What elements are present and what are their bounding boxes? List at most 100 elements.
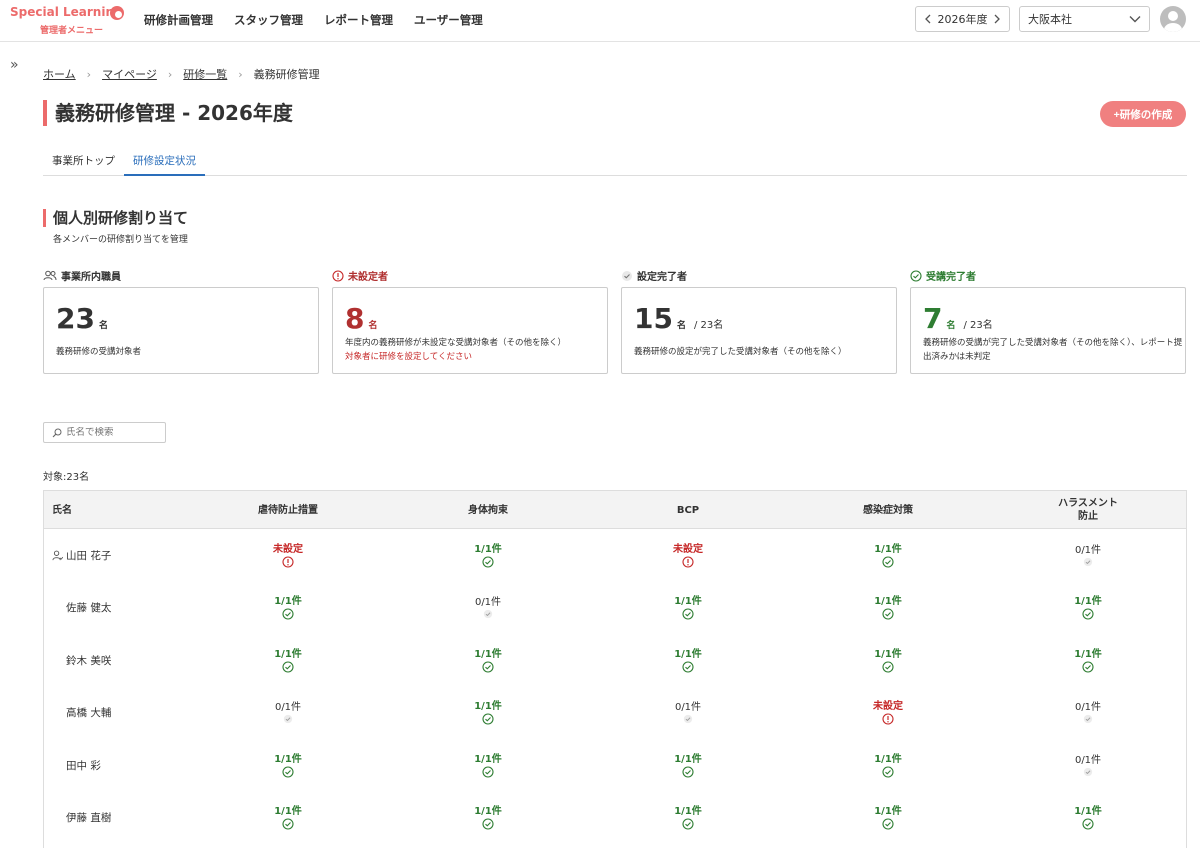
training-status-cell[interactable]: 1/1件 <box>588 582 788 635</box>
chevron-left-icon[interactable] <box>924 14 932 24</box>
status-text: 1/1件 <box>874 753 902 765</box>
stat-warning: 対象者に研修を設定してください <box>345 352 472 362</box>
brand-logo[interactable]: Special Learning 管理者メニュー <box>10 5 135 37</box>
breadcrumb-mypage[interactable]: マイページ <box>102 66 157 82</box>
staff-name[interactable]: 田中 彩 <box>52 739 101 792</box>
staff-name[interactable]: 伊藤 直樹 <box>52 792 111 845</box>
training-status-cell[interactable]: 1/1件 <box>388 529 588 582</box>
year-value: 2026年度 <box>937 13 988 26</box>
training-status-cell[interactable]: 1/1件 <box>188 634 388 687</box>
staff-name-text: 田中 彩 <box>66 759 101 772</box>
training-status-cell[interactable]: 0/1件 <box>988 529 1186 582</box>
table-row[interactable]: 佐藤 健太 1/1件 0/1件 1/1件 1/1件 1/1件 <box>44 582 1186 635</box>
brand-name: Special Learning <box>10 5 123 19</box>
stat-value: 7 名 / 23名 <box>923 302 993 335</box>
stat-description: 年度内の義務研修が未設定な受講対象者（その他を除く） <box>345 338 567 348</box>
expand-sidebar-icon[interactable]: » <box>10 57 19 73</box>
training-status-cell[interactable]: 0/1件 <box>188 687 388 740</box>
chevron-right-icon[interactable] <box>993 14 1001 24</box>
check-icon <box>1083 767 1093 776</box>
check-circle-icon <box>882 766 894 778</box>
breadcrumb-current: 義務研修管理 <box>253 68 320 81</box>
staff-name[interactable]: 高橋 大輔 <box>52 687 111 740</box>
training-status-cell[interactable]: 1/1件 <box>588 739 788 792</box>
status-text: 1/1件 <box>674 753 702 765</box>
stat-label-attend-complete: 受講完了者 <box>910 268 976 283</box>
stat-unit: 名 <box>676 321 686 331</box>
stat-description: 義務研修の受講対象者 <box>56 347 142 357</box>
status-text: 0/1件 <box>1074 544 1102 556</box>
training-status-cell[interactable]: 1/1件 <box>788 582 988 635</box>
check-circle-icon <box>682 766 694 778</box>
status-text: 1/1件 <box>474 806 502 818</box>
check-circle-icon <box>682 608 694 620</box>
training-status-cell[interactable]: 1/1件 <box>588 634 788 687</box>
table-row[interactable]: 伊藤 直樹 1/1件 1/1件 1/1件 1/1件 1/1件 <box>44 792 1186 845</box>
training-status-cell[interactable]: 1/1件 <box>788 792 988 845</box>
stat-description: 義務研修の設定が完了した受講対象者（その他を除く） <box>634 347 847 357</box>
training-status-cell[interactable]: 1/1件 <box>588 792 788 845</box>
nav-staff[interactable]: スタッフ管理 <box>234 12 303 28</box>
training-status-cell[interactable]: 1/1件 <box>388 739 588 792</box>
staff-name[interactable]: 鈴木 美咲 <box>52 634 111 687</box>
breadcrumb-home[interactable]: ホーム <box>43 66 76 82</box>
org-select[interactable]: 大阪本社 <box>1019 6 1150 32</box>
tab-training-settings[interactable]: 研修設定状況 <box>124 150 205 176</box>
training-status-cell[interactable]: 0/1件 <box>388 582 588 635</box>
check-circle-icon <box>482 713 494 725</box>
breadcrumb-training-list[interactable]: 研修一覧 <box>183 66 227 82</box>
status-text: 1/1件 <box>474 753 502 765</box>
training-status-cell[interactable]: 1/1件 <box>188 792 388 845</box>
staff-name-text: 伊藤 直樹 <box>66 812 112 825</box>
status-text: 未設定 <box>273 543 303 555</box>
check-circle-icon <box>882 556 894 568</box>
training-status-cell[interactable]: 1/1件 <box>788 634 988 687</box>
training-status-cell[interactable]: 1/1件 <box>388 792 588 845</box>
user-self-icon <box>52 550 63 560</box>
status-text: 1/1件 <box>274 806 302 818</box>
training-status-cell[interactable]: 未設定 <box>588 529 788 582</box>
training-status-cell[interactable]: 0/1件 <box>988 739 1186 792</box>
check-circle-icon <box>282 661 294 673</box>
alert-circle-icon <box>332 269 344 282</box>
training-status-cell[interactable]: 未設定 <box>788 687 988 740</box>
status-text: 1/1件 <box>274 648 302 660</box>
section-subtitle: 各メンバーの研修割り当てを管理 <box>53 235 188 245</box>
training-status-cell[interactable]: 1/1件 <box>388 634 588 687</box>
training-status-cell[interactable]: 1/1件 <box>988 582 1186 635</box>
staff-name[interactable]: 佐藤 健太 <box>52 582 111 635</box>
check-icon <box>683 715 693 724</box>
staff-name-text: 高橋 大輔 <box>66 707 112 720</box>
nav-user[interactable]: ユーザー管理 <box>414 12 483 28</box>
table-row[interactable]: 山田 花子 未設定 1/1件 未設定 1/1件 0/1件 <box>44 529 1186 582</box>
check-circle-icon <box>682 818 694 830</box>
create-training-button[interactable]: +研修の作成 <box>1100 101 1186 127</box>
brand-mark-icon <box>110 6 124 20</box>
search-input[interactable] <box>66 427 161 438</box>
training-status-cell[interactable]: 0/1件 <box>588 687 788 740</box>
table-row[interactable]: 田中 彩 1/1件 1/1件 1/1件 1/1件 0/1件 <box>44 739 1186 792</box>
nav-report[interactable]: レポート管理 <box>324 12 393 28</box>
nav-training-plan[interactable]: 研修計画管理 <box>144 12 213 28</box>
user-avatar[interactable] <box>1160 6 1186 32</box>
section-title: 個人別研修割り当て <box>43 209 188 227</box>
table-row[interactable]: 高橋 大輔 0/1件 1/1件 0/1件 未設定 0/1件 <box>44 687 1186 740</box>
training-status-cell[interactable]: 1/1件 <box>388 687 588 740</box>
training-status-cell[interactable]: 1/1件 <box>788 739 988 792</box>
status-text: 未設定 <box>673 543 703 555</box>
training-status-cell[interactable]: 1/1件 <box>988 792 1186 845</box>
status-text: 1/1件 <box>874 648 902 660</box>
training-status-cell[interactable]: 1/1件 <box>988 634 1186 687</box>
staff-name[interactable]: 山田 花子 <box>52 529 111 582</box>
table-row[interactable]: 鈴木 美咲 1/1件 1/1件 1/1件 1/1件 1/1件 <box>44 634 1186 687</box>
training-status-cell[interactable]: 1/1件 <box>188 582 388 635</box>
training-status-cell[interactable]: 0/1件 <box>988 687 1186 740</box>
status-text: 0/1件 <box>274 702 302 714</box>
check-icon <box>283 715 293 724</box>
check-circle-icon <box>882 661 894 673</box>
training-status-cell[interactable]: 1/1件 <box>788 529 988 582</box>
training-status-cell[interactable]: 未設定 <box>188 529 388 582</box>
org-value: 大阪本社 <box>1028 13 1072 26</box>
training-status-cell[interactable]: 1/1件 <box>188 739 388 792</box>
tab-office-top[interactable]: 事業所トップ <box>43 150 124 176</box>
